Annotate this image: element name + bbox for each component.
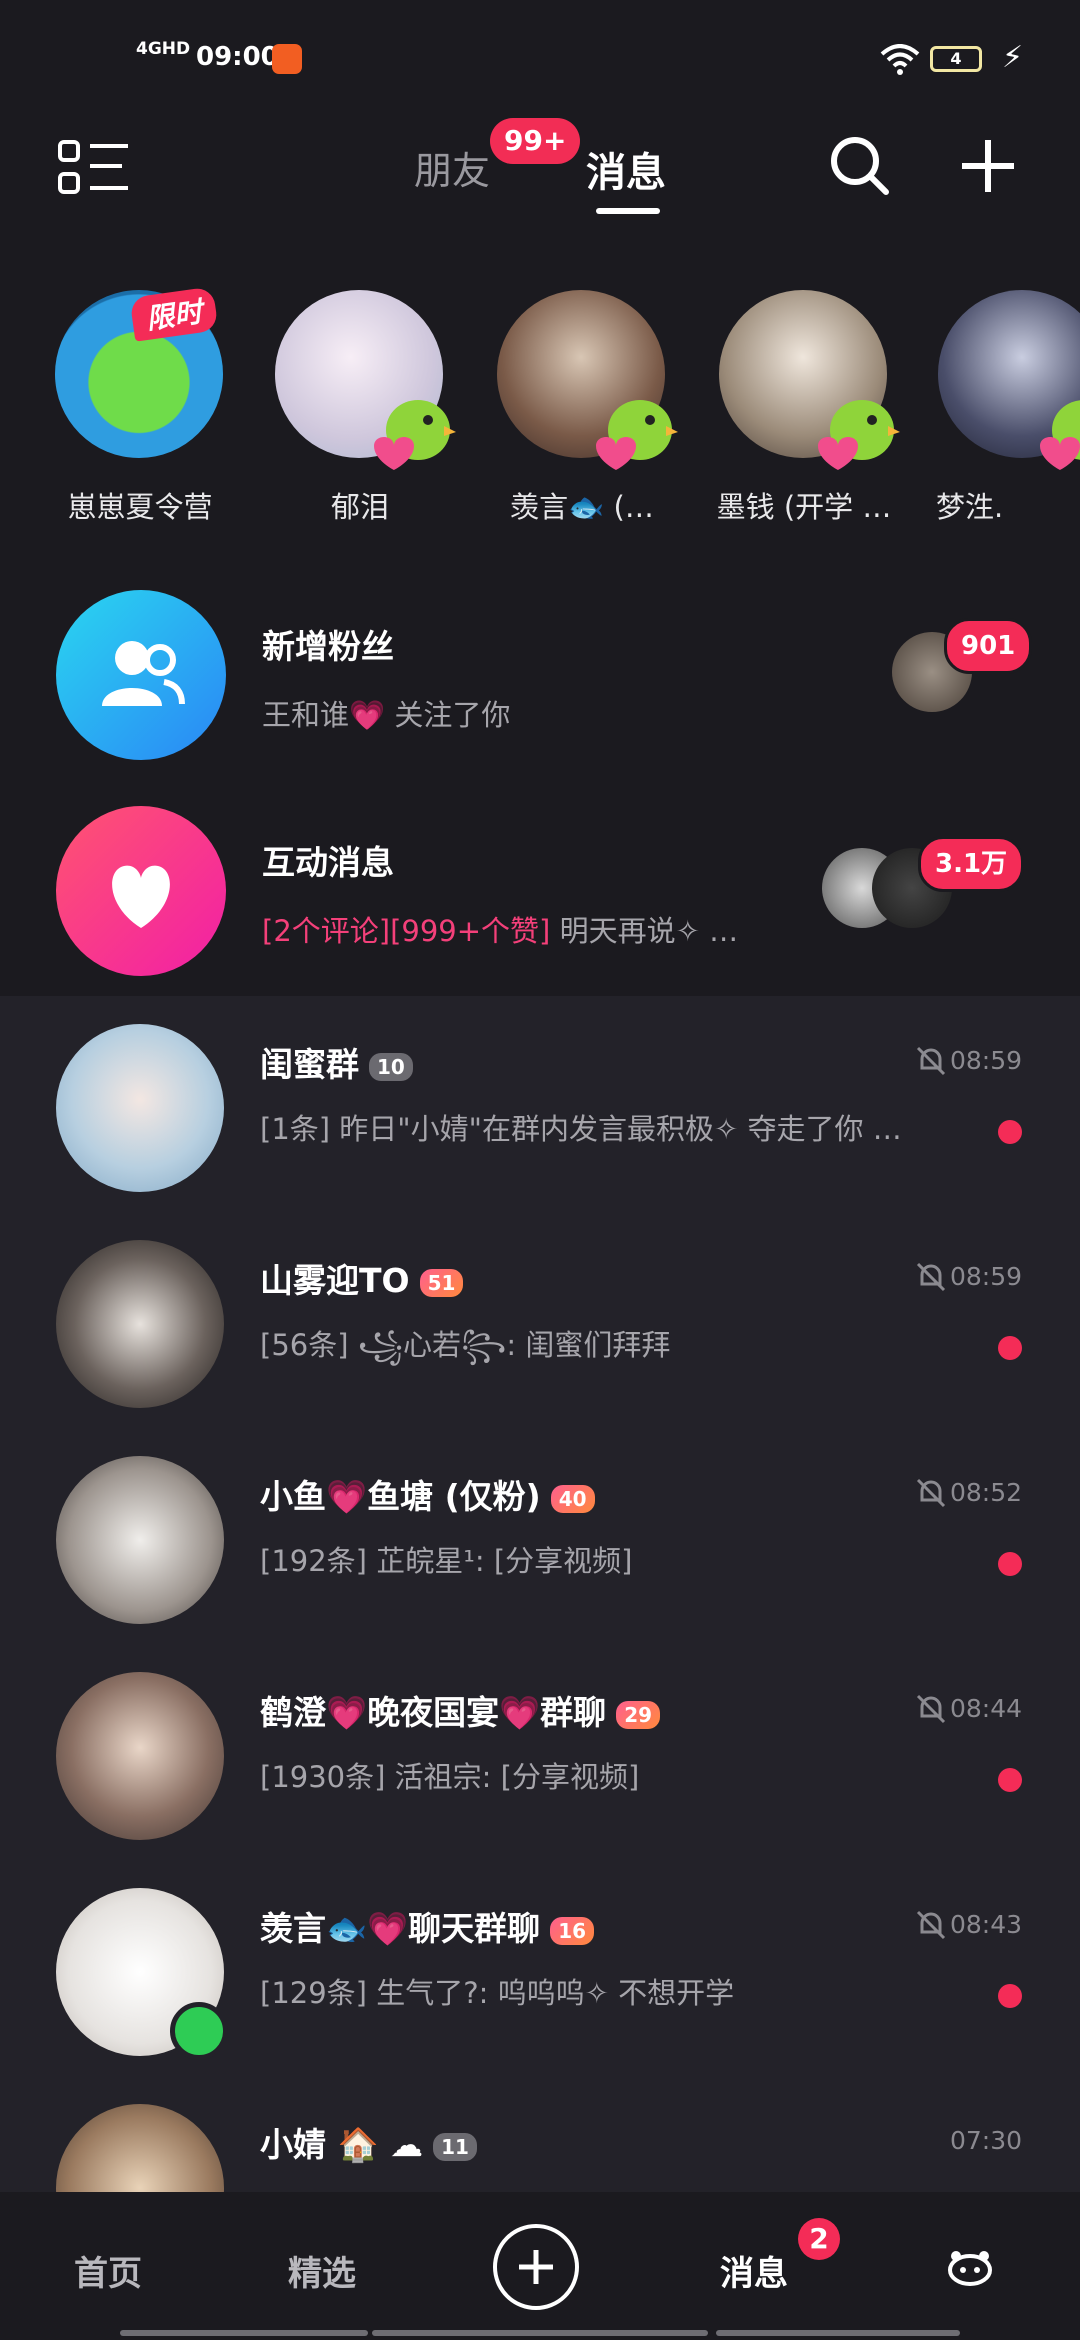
story-name: 羡言🐟 (… xyxy=(510,490,654,524)
list-item[interactable]: 山雾迎TO 51 08:59 [56条] ꧁心若꧂: 闺蜜们拜拜 xyxy=(0,1212,1080,1428)
chat-list: 闺蜜群 10 08:59 [1条] 昨日"小婧"在群内发言最积极✧ 夺走了你 … … xyxy=(0,996,1080,2192)
menu-icon[interactable] xyxy=(58,140,130,196)
list-item[interactable]: 鹤澄💗晚夜国宴💗群聊 29 08:44 [1930条] 活祖宗: [分享视频] xyxy=(0,1644,1080,1860)
nav-messages[interactable]: 消息 xyxy=(720,2246,788,2295)
charging-icon: ⚡ xyxy=(1002,40,1024,75)
tab-messages[interactable]: 消息 xyxy=(586,140,666,198)
tab-friends[interactable]: 朋友 xyxy=(414,140,490,195)
messages-badge: 2 xyxy=(798,2218,840,2260)
fire-streak-icon: 40 xyxy=(550,1484,595,1513)
chat-title: 闺蜜群 10 xyxy=(260,1038,413,1086)
new-fans-icon xyxy=(56,590,226,760)
app-notification-icon xyxy=(272,44,302,74)
battery-icon: 4 xyxy=(930,46,982,72)
unread-dot xyxy=(998,1552,1022,1576)
online-status-icon xyxy=(170,2002,228,2060)
nav-home[interactable]: 首页 xyxy=(74,2246,142,2295)
chat-preview: [129条] 生气了?: 呜呜呜✧ 不想开学 xyxy=(260,1976,735,2010)
parrot-sticker-icon xyxy=(1040,400,1080,470)
story-name: 郁泪 xyxy=(330,490,389,524)
muted-bell-icon xyxy=(916,1910,946,1940)
unread-dot xyxy=(998,1768,1022,1792)
parrot-sticker-icon xyxy=(596,400,678,470)
avatar xyxy=(56,1456,224,1624)
tab-indicator xyxy=(596,208,660,214)
nav-featured[interactable]: 精选 xyxy=(288,2246,356,2295)
network-indicator: 4GHD xyxy=(136,39,191,59)
interactions-highlight: [2个评论][999+个赞] xyxy=(262,914,551,948)
unread-dot xyxy=(998,1336,1022,1360)
fire-streak-icon: 29 xyxy=(616,1700,661,1729)
search-icon[interactable] xyxy=(828,134,892,198)
chat-preview: [192条] 芷皖星¹: [分享视频] xyxy=(260,1544,633,1578)
fire-streak-icon: 51 xyxy=(419,1268,464,1297)
friends-badge: 99+ xyxy=(490,118,581,164)
fire-streak-icon: 11 xyxy=(433,2132,477,2161)
unread-dot xyxy=(998,1984,1022,2008)
parrot-sticker-icon xyxy=(374,400,456,470)
story-name: 崽崽夏令营 xyxy=(67,490,213,524)
chat-time: 08:43 xyxy=(949,1910,1022,1939)
interactions-icon xyxy=(56,806,226,976)
gesture-bar xyxy=(120,2330,368,2336)
chat-time: 08:59 xyxy=(949,1262,1022,1291)
avatar xyxy=(56,1024,224,1192)
chat-preview: [56条] ꧁心若꧂: 闺蜜们拜拜 xyxy=(260,1328,671,1362)
new-fans-title: 新增粉丝 xyxy=(262,627,394,666)
fire-streak-icon: 10 xyxy=(369,1052,413,1081)
muted-bell-icon xyxy=(916,1046,946,1076)
fire-streak-icon: 16 xyxy=(550,1916,595,1945)
create-button[interactable] xyxy=(493,2224,579,2310)
chat-title: 鹤澄💗晚夜国宴💗群聊 29 xyxy=(260,1686,661,1734)
list-item[interactable]: 小婧 🏠 ☁ 11 07:30 xyxy=(0,2076,1080,2192)
interactions-preview: 明天再说✧ … xyxy=(550,914,739,948)
muted-bell-icon xyxy=(916,1694,946,1724)
new-fans-count: 901 xyxy=(944,618,1033,674)
list-item[interactable]: 小鱼💗鱼塘 (仅粉) 40 08:52 [192条] 芷皖星¹: [分享视频] xyxy=(0,1428,1080,1644)
avatar xyxy=(56,1672,224,1840)
parrot-sticker-icon xyxy=(818,400,900,470)
story-item[interactable]: 梦泩. xyxy=(916,290,1080,530)
story-name: 墨钱 (开学 … xyxy=(716,490,892,524)
muted-bell-icon xyxy=(916,1262,946,1292)
chat-time: 08:52 xyxy=(949,1478,1022,1507)
list-item[interactable]: 羡言🐟💗聊天群聊 16 08:43 [129条] 生气了?: 呜呜呜✧ 不想开学 xyxy=(0,1860,1080,2076)
avatar xyxy=(56,1240,224,1408)
chat-time: 07:30 xyxy=(949,2126,1022,2155)
chat-preview: [1930条] 活祖宗: [分享视频] xyxy=(260,1760,640,1794)
chat-title: 羡言🐟💗聊天群聊 16 xyxy=(260,1902,595,1950)
chat-title: 小婧 🏠 ☁ 11 xyxy=(260,2118,477,2166)
gesture-bar xyxy=(716,2330,960,2336)
wifi-icon xyxy=(880,44,920,75)
chat-time: 08:44 xyxy=(949,1694,1022,1723)
new-fans-subtitle: 王和谁💗 关注了你 xyxy=(262,698,511,732)
list-item[interactable]: 闺蜜群 10 08:59 [1条] 昨日"小婧"在群内发言最积极✧ 夺走了你 … xyxy=(0,996,1080,1212)
interactions-count: 3.1万 xyxy=(918,836,1025,892)
interactions-subtitle: [2个评论][999+个赞] 明天再说✧ … xyxy=(262,908,738,950)
plus-icon xyxy=(519,2250,553,2284)
muted-bell-icon xyxy=(916,1478,946,1508)
add-icon[interactable] xyxy=(956,134,1020,198)
avatar xyxy=(56,2104,224,2192)
chat-time: 08:59 xyxy=(949,1046,1022,1075)
chat-title: 小鱼💗鱼塘 (仅粉) 40 xyxy=(260,1470,595,1518)
chat-title: 山雾迎TO 51 xyxy=(260,1254,464,1302)
interactions-title: 互动消息 xyxy=(262,843,394,882)
story-name: 梦泩. xyxy=(936,490,1004,524)
unread-dot xyxy=(998,1120,1022,1144)
chat-preview: [1条] 昨日"小婧"在群内发言最积极✧ 夺走了你 … xyxy=(260,1112,902,1146)
profile-icon[interactable] xyxy=(948,2250,992,2286)
gesture-bar xyxy=(372,2330,708,2336)
status-time: 09:00 xyxy=(196,42,279,72)
